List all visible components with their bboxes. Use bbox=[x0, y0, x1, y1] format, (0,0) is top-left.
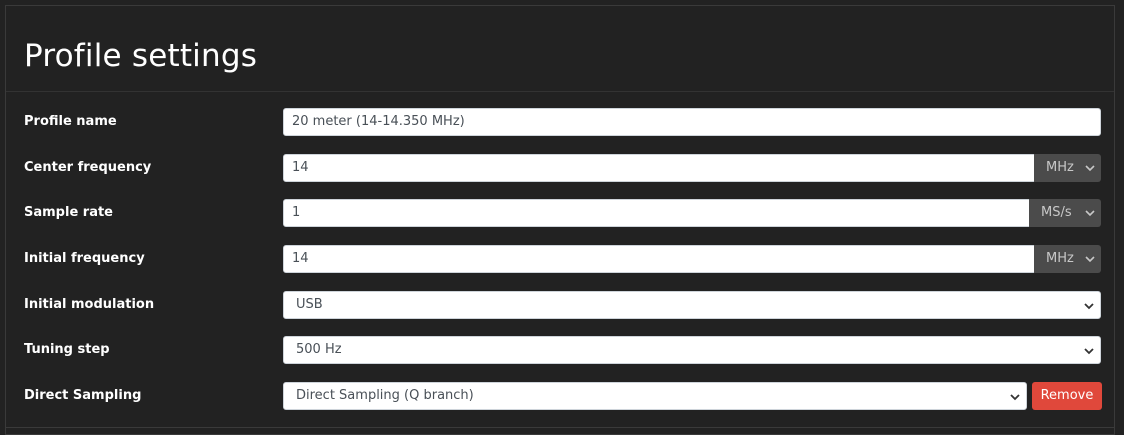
tuning-step-label: Tuning step bbox=[24, 342, 110, 357]
tuning-step-value: 500 Hz bbox=[296, 342, 342, 357]
center-frequency-unit-select[interactable]: MHz bbox=[1034, 154, 1101, 182]
initial-frequency-unit-value: MHz bbox=[1046, 251, 1074, 266]
center-frequency-label: Center frequency bbox=[24, 160, 152, 175]
sample-rate-unit-select[interactable]: MS/s bbox=[1029, 199, 1101, 227]
direct-sampling-value: Direct Sampling (Q branch) bbox=[296, 388, 474, 403]
chevron-down-icon bbox=[1084, 348, 1094, 355]
initial-modulation-select[interactable]: USB bbox=[283, 291, 1101, 319]
center-frequency-input[interactable]: 14 bbox=[283, 154, 1035, 182]
initial-modulation-row: Initial modulation USB bbox=[0, 291, 1124, 319]
chevron-down-icon bbox=[1085, 165, 1095, 172]
initial-frequency-row: Initial frequency 14 MHz bbox=[0, 245, 1124, 273]
title-divider bbox=[6, 91, 1114, 92]
profile-name-row: Profile name 20 meter (14-14.350 MHz) bbox=[0, 108, 1124, 136]
bottom-divider bbox=[6, 427, 1114, 428]
initial-frequency-unit-select[interactable]: MHz bbox=[1034, 245, 1101, 273]
tuning-step-select[interactable]: 500 Hz bbox=[283, 336, 1101, 364]
initial-frequency-label: Initial frequency bbox=[24, 251, 145, 266]
tuning-step-row: Tuning step 500 Hz bbox=[0, 336, 1124, 364]
sample-rate-label: Sample rate bbox=[24, 205, 114, 220]
profile-name-label: Profile name bbox=[24, 114, 117, 129]
profile-name-input[interactable]: 20 meter (14-14.350 MHz) bbox=[283, 108, 1101, 136]
initial-modulation-label: Initial modulation bbox=[24, 297, 155, 312]
chevron-down-icon bbox=[1085, 256, 1095, 263]
center-frequency-unit-value: MHz bbox=[1046, 160, 1074, 175]
sample-rate-row: Sample rate 1 MS/s bbox=[0, 199, 1124, 227]
chevron-down-icon bbox=[1085, 210, 1095, 217]
chevron-down-icon bbox=[1084, 303, 1094, 310]
chevron-down-icon bbox=[1010, 394, 1020, 401]
direct-sampling-row: Direct Sampling Direct Sampling (Q branc… bbox=[0, 382, 1124, 410]
remove-button[interactable]: Remove bbox=[1032, 382, 1102, 410]
direct-sampling-label: Direct Sampling bbox=[24, 388, 142, 403]
center-frequency-row: Center frequency 14 MHz bbox=[0, 154, 1124, 182]
initial-frequency-input[interactable]: 14 bbox=[283, 245, 1035, 273]
direct-sampling-select[interactable]: Direct Sampling (Q branch) bbox=[283, 382, 1027, 410]
sample-rate-input[interactable]: 1 bbox=[283, 199, 1030, 227]
page-title: Profile settings bbox=[24, 38, 258, 74]
sample-rate-unit-value: MS/s bbox=[1041, 205, 1072, 220]
initial-modulation-value: USB bbox=[296, 297, 323, 312]
